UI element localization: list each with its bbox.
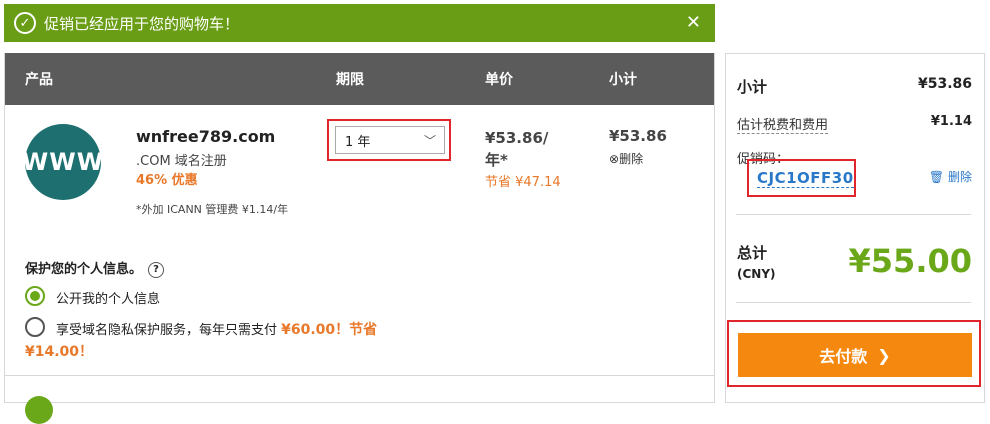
total-label: 总计	[737, 244, 768, 262]
remove-circle-icon: ⊗	[609, 152, 620, 166]
unit-price-line1: ¥53.86/	[485, 129, 549, 147]
checkout-button[interactable]: 去付款 ❯	[738, 333, 972, 377]
check-circle-icon: ✓	[14, 12, 36, 34]
promo-applied-banner: ✓ 促销已经应用于您的购物车！ ✕	[4, 4, 715, 42]
option-private-savings: ¥14.00！	[25, 344, 94, 360]
term-value: 1 年	[345, 134, 371, 150]
remove-label: 删除	[619, 152, 644, 166]
remove-promo-label: 删除	[947, 170, 972, 184]
privacy-title-text: 保护您的个人信息。	[25, 262, 143, 277]
promo-code[interactable]: CJC1OFF30	[757, 169, 854, 188]
summary-subtotal-value: ¥53.86	[917, 76, 972, 92]
header-product: 产品	[25, 72, 53, 88]
term-highlight: 1 年 ﹀	[327, 119, 451, 161]
radio-public-info[interactable]	[25, 286, 45, 306]
term-select[interactable]: 1 年 ﹀	[335, 126, 445, 154]
privacy-title: 保护您的个人信息。?	[25, 258, 165, 278]
divider	[736, 302, 971, 303]
unit-price: ¥53.86/ 年*	[485, 127, 565, 171]
product-type: .COM 域名注册	[136, 154, 227, 169]
checkout-label: 去付款	[819, 347, 868, 366]
option-private-text: 享受域名隐私保护服务，每年只需支付	[56, 323, 282, 338]
header-subtotal: 小计	[609, 72, 637, 88]
trash-icon: 🗑	[928, 170, 945, 184]
banner-message: 促销已经应用于您的购物车！	[44, 14, 240, 33]
option-private-label: 享受域名隐私保护服务，每年只需支付 ¥60.00！节省	[56, 319, 446, 339]
product-name: wnfree789.com	[136, 127, 276, 146]
cart-items-panel: 产品 期限 单价 小计 WWW wnfree789.com .COM 域名注册 …	[4, 53, 715, 424]
cart-table-header: 产品 期限 单价 小计	[5, 53, 714, 105]
help-icon[interactable]: ?	[148, 261, 165, 278]
order-summary-panel: 小计 ¥53.86 估计税费和费用 ¥1.14 促销码： CJC1OFF30 🗑…	[725, 53, 985, 403]
summary-subtotal-label: 小计	[737, 78, 768, 96]
tax-fees-label[interactable]: 估计税费和费用	[737, 114, 829, 134]
checkout-highlight: 去付款 ❯	[727, 320, 981, 387]
next-item-icon	[25, 396, 53, 424]
radio-privacy-protection[interactable]	[25, 317, 45, 337]
unit-price-line2: 年*	[485, 151, 508, 169]
discount-label: 46% 优惠	[136, 173, 198, 188]
header-term: 期限	[336, 72, 364, 88]
icann-fee-note: *外加 ICANN 管理费 ¥1.14/年	[136, 203, 289, 216]
divider	[5, 375, 714, 376]
remove-promo-button[interactable]: 🗑 删除	[929, 168, 972, 185]
item-subtotal: ¥53.86	[609, 127, 667, 145]
remove-item-button[interactable]: ⊗删除	[609, 150, 643, 167]
header-unit-price: 单价	[485, 72, 513, 88]
www-logo-icon: WWW	[22, 124, 103, 200]
promo-code-highlight: CJC1OFF30	[747, 159, 856, 197]
total-currency: (CNY)	[737, 267, 776, 281]
chevron-right-icon: ❯	[877, 345, 891, 365]
divider	[736, 214, 971, 215]
chevron-down-icon: ﹀	[423, 134, 436, 148]
savings-label: 节省 ¥47.14	[485, 175, 561, 190]
total-value: ¥55.00	[848, 242, 972, 280]
tax-fees-value: ¥1.14	[930, 114, 972, 129]
option-private-price: ¥60.00！节省	[281, 322, 378, 338]
option-public-label: 公开我的个人信息	[56, 292, 161, 307]
close-icon[interactable]: ✕	[686, 12, 701, 33]
